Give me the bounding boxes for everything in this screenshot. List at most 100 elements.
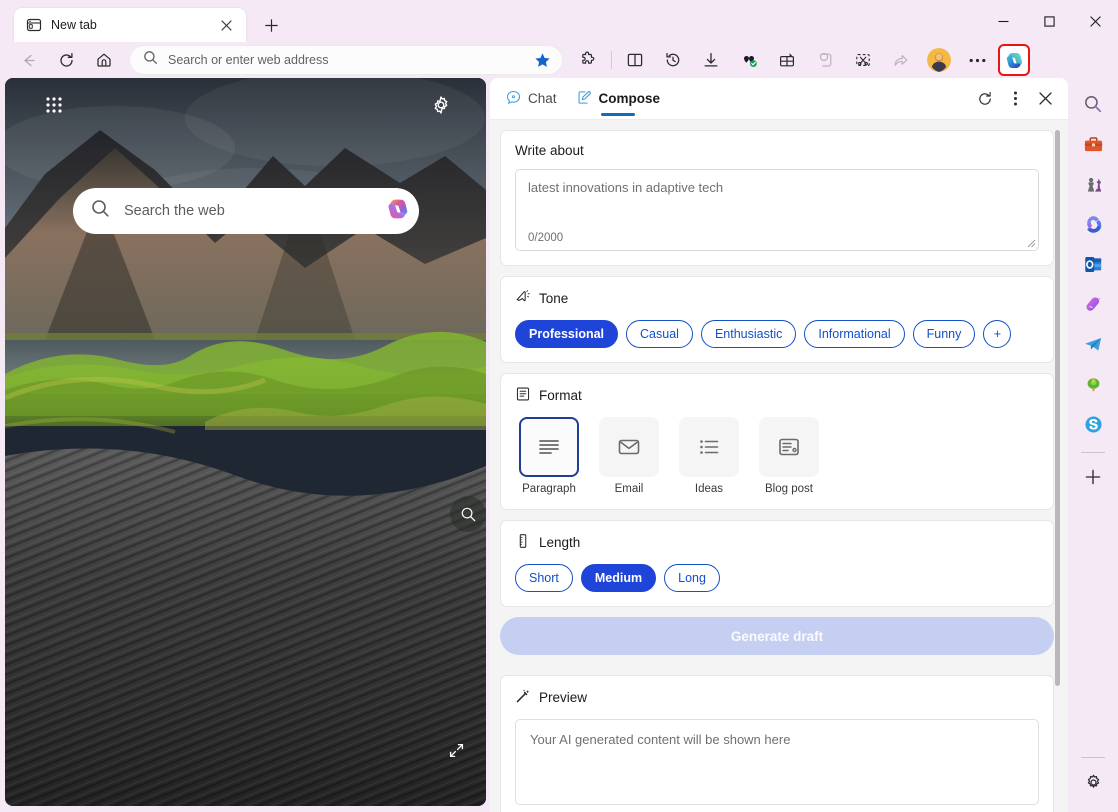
back-arrow-icon[interactable] [12, 44, 44, 76]
minimize-icon[interactable] [980, 0, 1026, 42]
scrollbar-thumb[interactable] [1055, 130, 1060, 686]
resize-grip-icon[interactable] [1026, 238, 1036, 248]
length-option-short[interactable]: Short [515, 564, 573, 592]
browser-essentials-icon[interactable] [771, 44, 803, 76]
magnifier-icon [461, 507, 475, 521]
plus-icon [1085, 469, 1101, 485]
search-icon [143, 50, 158, 70]
format-option-blog-post[interactable]: Blog post [755, 417, 823, 495]
copilot-button[interactable] [998, 44, 1030, 76]
home-icon[interactable] [88, 44, 120, 76]
address-input[interactable]: Search or enter web address [168, 53, 529, 67]
page-settings-button[interactable] [426, 90, 456, 120]
address-bar[interactable]: Search or enter web address [129, 45, 563, 75]
preview-output[interactable]: Your AI generated content will be shown … [515, 719, 1039, 805]
more-options-icon[interactable] [1000, 84, 1030, 114]
screenshot-icon[interactable] [847, 44, 879, 76]
tools-icon [1084, 136, 1102, 151]
downloads-icon[interactable] [695, 44, 727, 76]
format-tile-ideas[interactable] [679, 417, 739, 477]
format-label-paragraph: Paragraph [522, 483, 576, 495]
expand-image-button[interactable] [444, 738, 468, 762]
maximize-icon[interactable] [1026, 0, 1072, 42]
length-option-long[interactable]: Long [664, 564, 720, 592]
envelope-icon [618, 439, 640, 455]
ntp-search-box[interactable]: Search the web [73, 188, 419, 234]
format-tile-email[interactable] [599, 417, 659, 477]
tab-chat[interactable]: Chat [496, 78, 567, 120]
close-icon[interactable] [214, 13, 238, 37]
ntp-search-input[interactable]: Search the web [124, 203, 385, 219]
tone-option-casual[interactable]: Casual [626, 320, 693, 348]
extensions-icon[interactable] [572, 44, 604, 76]
tone-option-enthusiastic[interactable]: Enthusiastic [700, 320, 797, 348]
shopping-icon[interactable] [733, 44, 765, 76]
bullet-list-icon [700, 440, 719, 454]
tab-compose[interactable]: Compose [567, 78, 671, 120]
toolbar-divider [611, 51, 612, 69]
chat-bubble-icon [506, 90, 521, 108]
avatar-icon[interactable] [927, 48, 951, 72]
format-tile-blog-post[interactable] [759, 417, 819, 477]
new-tab-button[interactable] [256, 10, 286, 40]
expand-arrows-icon [449, 743, 463, 757]
format-option-paragraph[interactable]: Paragraph [515, 417, 583, 495]
grid-apps-icon [46, 97, 62, 113]
sidebar-item-image-creator[interactable] [1077, 288, 1109, 320]
copilot-panel: Chat Compose Write about latest innovati… [490, 78, 1068, 812]
window-controls [980, 0, 1118, 42]
tab-strip: New tab [0, 0, 286, 42]
add-tone-button[interactable]: + [983, 320, 1012, 348]
window-close-icon[interactable] [1072, 0, 1118, 42]
sidebar-item-drop[interactable] [1077, 368, 1109, 400]
sidebar-add-button[interactable] [1077, 461, 1109, 493]
browser-title-bar: New tab [0, 0, 1118, 42]
sidebar-item-microsoft365[interactable] [1077, 208, 1109, 240]
gear-icon [434, 96, 448, 114]
sidebar-item-games[interactable] [1077, 168, 1109, 200]
star-filled-icon[interactable] [529, 47, 555, 73]
format-tile-paragraph[interactable] [519, 417, 579, 477]
panel-scrollbar[interactable] [1054, 124, 1064, 812]
tone-option-funny[interactable]: Funny [912, 320, 976, 348]
new-tab-page: Search the web [5, 78, 486, 806]
image-magnifier-button[interactable] [450, 496, 486, 532]
character-counter: 0/2000 [528, 232, 564, 244]
tone-options: Professional Casual Enthusiastic Informa… [515, 320, 1039, 348]
ellipsis-icon[interactable] [961, 44, 993, 76]
close-icon[interactable] [1030, 84, 1060, 114]
format-option-email[interactable]: Email [595, 417, 663, 495]
share-icon[interactable] [885, 44, 917, 76]
preview-section-title: Preview [515, 688, 1039, 707]
tone-option-professional[interactable]: Professional [515, 320, 619, 348]
history-icon[interactable] [657, 44, 689, 76]
telegram-icon [1084, 337, 1101, 351]
sidebar-settings-button[interactable] [1077, 766, 1109, 798]
browser-tab[interactable]: New tab [14, 8, 246, 42]
tone-option-informational[interactable]: Informational [804, 320, 905, 348]
write-about-input[interactable]: latest innovations in adaptive tech 0/20… [515, 169, 1039, 251]
newtab-icon [26, 17, 42, 33]
sidebar-item-telegram[interactable] [1077, 328, 1109, 360]
sidebar-item-tools[interactable] [1077, 128, 1109, 160]
refresh-icon[interactable] [970, 84, 1000, 114]
tone-title: Tone [539, 291, 569, 306]
split-screen-icon[interactable] [619, 44, 651, 76]
length-option-medium[interactable]: Medium [580, 564, 657, 592]
length-title: Length [539, 535, 581, 550]
sidebar-item-search[interactable] [1077, 88, 1109, 120]
collections-icon[interactable] [809, 44, 841, 76]
paragraph-lines-icon [539, 440, 559, 454]
format-option-ideas[interactable]: Ideas [675, 417, 743, 495]
outlook-icon [1084, 256, 1101, 272]
refresh-icon[interactable] [50, 44, 82, 76]
tone-section-title: Tone [515, 289, 1039, 308]
sidebar-item-outlook[interactable] [1077, 248, 1109, 280]
copilot-icon[interactable] [385, 196, 411, 227]
app-launcher-button[interactable] [39, 90, 69, 120]
format-document-icon [515, 386, 531, 405]
sidebar-item-skype[interactable] [1077, 408, 1109, 440]
generate-draft-button[interactable]: Generate draft [500, 617, 1054, 655]
image-creator-icon [1086, 296, 1101, 311]
search-icon [1085, 96, 1102, 113]
